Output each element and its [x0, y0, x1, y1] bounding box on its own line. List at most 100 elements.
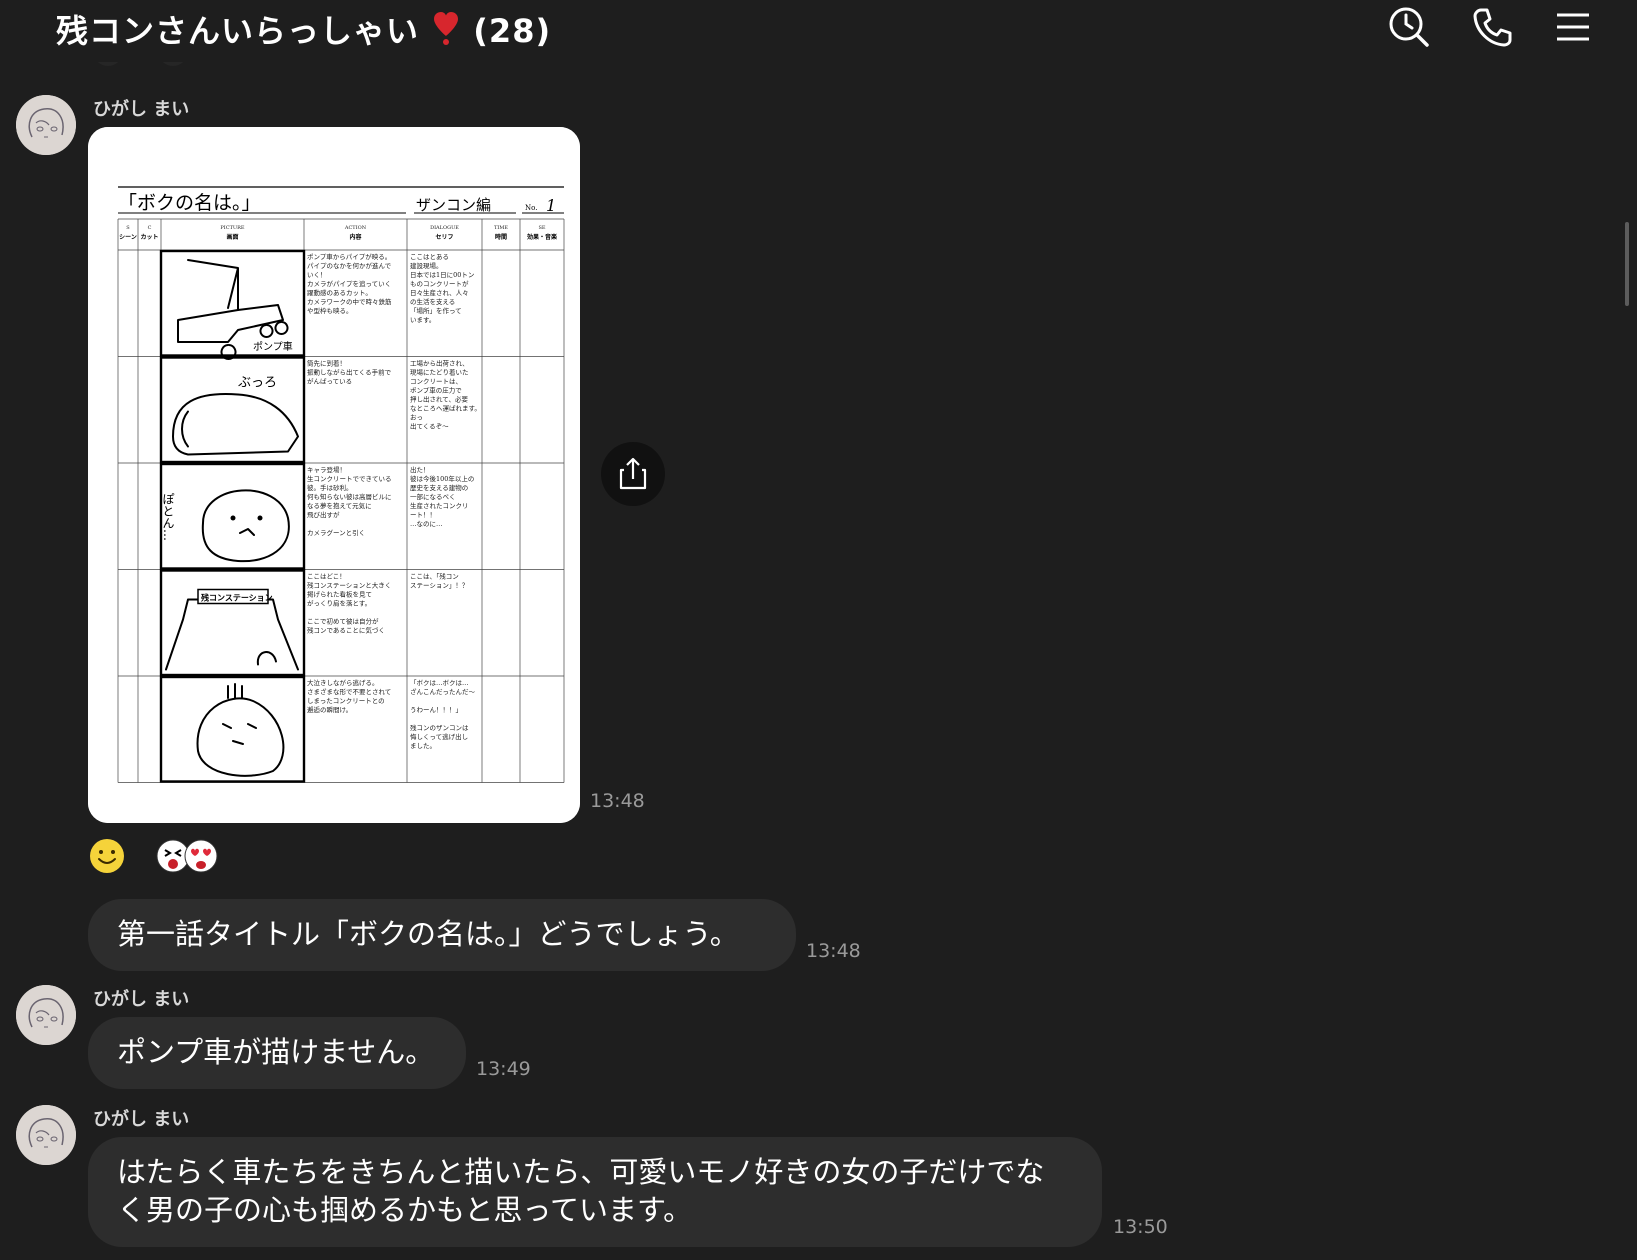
heart-icon [431, 12, 461, 50]
sender-name: ひがし まい [93, 1109, 190, 1130]
dialogue-text: 歴史を支える建物の [410, 483, 468, 492]
dialogue-text: います。 [410, 316, 435, 324]
action-text: ポンプ車からパイプが映る。 [307, 252, 391, 261]
chat-name: 残コンさんいらっしゃい [56, 12, 420, 50]
action-text: なる夢を抱えて元気に [307, 501, 372, 510]
action-text: や型枠も映る。 [307, 306, 353, 315]
column-header-jp: シーン [119, 234, 137, 241]
dialogue-text: 彼は今後100年以上の [410, 474, 474, 483]
smile-reaction-icon[interactable] [88, 837, 126, 875]
storyboard-no-value: 1 [546, 196, 556, 215]
column-header-jp: カット [140, 234, 158, 241]
column-header-en: PICTURE [220, 225, 244, 231]
dialogue-text: ステーション」！？ [410, 582, 468, 590]
avatar[interactable] [16, 985, 76, 1045]
column-header-en: ACTION [344, 225, 367, 231]
action-text: しまったコンクリートとの [307, 697, 385, 705]
menu-icon[interactable] [1550, 4, 1596, 50]
character-eye [230, 515, 236, 521]
avatar[interactable] [16, 1105, 76, 1165]
action-text: 飛び出すが [307, 510, 340, 519]
message-time: 13:48 [590, 790, 645, 812]
action-text: ここで初めて彼は自分が [307, 617, 379, 626]
share-icon[interactable] [601, 442, 665, 506]
message-text-line: はたらく車たちをきちんと描いたら、可愛いモノ好きの女の子だけでな [117, 1155, 1045, 1189]
panel-label: ぶっろ [238, 376, 277, 391]
dialogue-text: ざんこんだったんだ〜 [410, 687, 476, 696]
panel-label: ぽとん… [161, 493, 175, 541]
action-text: 邂逅の瞬間け。 [307, 705, 352, 714]
sender-name: ひがし まい [93, 99, 190, 120]
storyboard-image[interactable]: 「ボクの名は。」 ザンコン編 No. 1 S シーン C カット PICTURE 画面 AC… [88, 127, 580, 823]
panel-label: ポンプ車 [253, 340, 293, 353]
member-count: (28) [473, 12, 552, 50]
action-text: パイプのなかを何かが進んで [307, 261, 392, 270]
column-header-jp: 効果・音楽 [527, 233, 558, 241]
message-time: 13:49 [476, 1058, 531, 1080]
dialogue-text: ート！！ [410, 511, 436, 519]
dialogue-text: の生活を支える [410, 297, 455, 306]
action-text: 残コンであることに気づく [307, 626, 385, 635]
column-header-en: SE [538, 225, 545, 231]
dialogue-text: 現場にたどり着いた [410, 368, 469, 377]
action-text: がんばっている [307, 377, 352, 386]
dialogue-text: 「場所」を作って [410, 306, 462, 315]
dialogue-text: ものコンクリートが [410, 279, 469, 288]
message-text: ポンプ車が描けません。 [117, 1035, 435, 1069]
message-bubble[interactable]: 第一話タイトル「ボクの名は。」どうでしょう。 [88, 899, 796, 971]
dialogue-text: 日々生産され、人々 [410, 288, 469, 297]
action-text: カメラがパイプを追っていく [307, 279, 391, 288]
column-header-jp: 時間 [495, 233, 507, 241]
phone-icon[interactable] [1469, 4, 1515, 50]
action-text: いく！ [307, 271, 327, 279]
storyboard-episode: ザンコン編 [416, 196, 491, 214]
action-text: 何も知らない彼は高層ビルに [307, 492, 392, 501]
dialogue-text: 悔しくって逃げ出し [410, 732, 468, 741]
dialogue-text: 出てくるぞ〜 [410, 422, 449, 431]
dialogue-text: …なのに… [410, 520, 443, 528]
chat-header: 残コンさんいらっしゃい (28) [0, 0, 1637, 62]
dialogue-text: ポンプ車の圧力で [410, 386, 462, 395]
sticker-reactions-icon[interactable] [154, 837, 220, 875]
storyboard-no-label: No. [525, 204, 537, 212]
action-text: さまざまな形で不要とされて [307, 687, 391, 696]
dialogue-text: 生産されたコンクリ [410, 501, 469, 510]
message-time: 13:48 [806, 940, 861, 962]
dialogue-text: 工場から出荷され、 [410, 359, 469, 368]
action-text: カメラグーンと引く [307, 528, 365, 537]
dialogue-text: 「ボクは…ボクは… [410, 679, 469, 687]
avatar[interactable] [16, 95, 76, 155]
column-header-jp: 内容 [349, 233, 361, 241]
scrollbar-thumb[interactable] [1625, 222, 1629, 306]
message-bubble[interactable]: はたらく車たちをきちんと描いたら、可愛いモノ好きの女の子だけでな く男の子の心も… [88, 1137, 1102, 1247]
search-clock-icon[interactable] [1386, 4, 1432, 50]
dialogue-text: うわーん！！！」 [410, 706, 462, 714]
action-text: 大泣きしながら逃げる。 [307, 678, 379, 687]
action-text: 生コンクリートでできている [307, 474, 392, 483]
dialogue-text: 日本では1日に00トン [410, 270, 474, 279]
dialogue-text: ここは、「残コン [410, 572, 459, 581]
action-text: 筒先に到着！ [307, 359, 346, 368]
dialogue-text: なところへ運ばれます。 [410, 404, 481, 413]
action-text: 掲げられた看板を見て [307, 590, 372, 599]
dialogue-text: 一部になるべく [410, 492, 456, 501]
sender-name: ひがし まい [93, 989, 190, 1010]
dialogue-text: 建設現場。 [410, 261, 443, 270]
column-header-en: S [126, 225, 130, 231]
column-header-jp: セリフ [435, 234, 453, 241]
action-text: 残コンステーションと大きく [307, 581, 391, 590]
panel-label: 残コンステーション [201, 593, 273, 603]
action-text: 彼。手は砂利。 [307, 483, 353, 492]
dialogue-text: ここはとある [410, 253, 449, 261]
character-eye [257, 515, 263, 521]
action-text: がっくり肩を落とす。 [307, 599, 371, 608]
message-bubble[interactable]: ポンプ車が描けません。 [88, 1017, 466, 1089]
column-header-en: DIALOGUE [430, 225, 459, 231]
dialogue-text: 押し出されて、必要 [410, 395, 468, 404]
column-header-jp: 画面 [226, 233, 238, 241]
action-text: 躍動感のあるカット。 [307, 288, 372, 297]
dialogue-text: おっ [410, 414, 423, 422]
chat-title: 残コンさんいらっしゃい (28) [56, 6, 551, 52]
dialogue-text: コンクリートは、 [410, 378, 462, 386]
dialogue-text: ました。 [410, 742, 436, 750]
